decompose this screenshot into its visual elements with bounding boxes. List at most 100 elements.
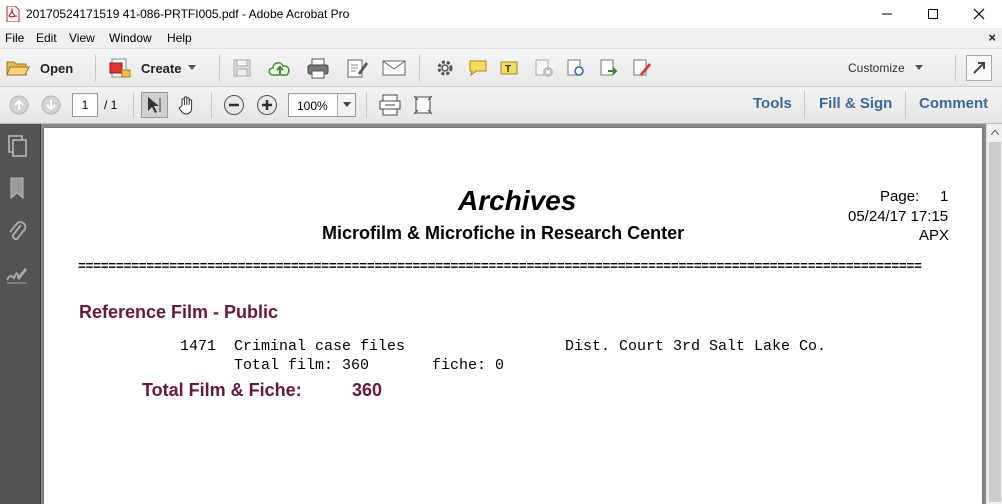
- customize-label: Customize: [848, 61, 905, 75]
- toolbar-separator: [419, 55, 420, 81]
- zoom-select[interactable]: 100%: [288, 93, 356, 117]
- bookmark-icon: [10, 177, 24, 200]
- toolbar-separator: [211, 92, 212, 118]
- fit-page-button[interactable]: [377, 92, 403, 118]
- page-thumbnails-button[interactable]: [5, 134, 29, 158]
- section-heading: Reference Film - Public: [79, 302, 279, 322]
- total-value: 360: [352, 380, 383, 400]
- minimize-icon: [882, 13, 892, 15]
- scrollbar-thumb[interactable]: [989, 142, 1001, 502]
- chevron-down-icon: [342, 102, 351, 107]
- zoom-out-icon: [224, 95, 244, 115]
- main-toolbar: Open Create T Customize: [0, 49, 1002, 87]
- chevron-down-icon: [188, 65, 197, 70]
- pdf-page: Archives Microfilm & Microfiche in Resea…: [44, 128, 982, 504]
- entry-description: Criminal case files: [234, 338, 406, 355]
- export-icon: [600, 59, 618, 76]
- close-button[interactable]: [956, 0, 1002, 28]
- save-icon: [233, 59, 251, 77]
- create-button[interactable]: Create: [109, 56, 197, 80]
- page-thumbnails-icon: [8, 135, 27, 157]
- toolbar-separator: [95, 55, 96, 81]
- tools-pane-button[interactable]: Tools: [753, 95, 792, 112]
- vertical-scrollbar[interactable]: [986, 124, 1002, 504]
- select-tool-button[interactable]: [141, 92, 168, 118]
- hand-tool-button[interactable]: [174, 92, 200, 118]
- entry-agency: Dist. Court 3rd Salt Lake Co.: [565, 338, 827, 355]
- menu-file[interactable]: File: [5, 31, 24, 45]
- chevron-down-icon: [914, 65, 923, 70]
- entry-totals: Total film: 360 fiche: 0: [234, 357, 505, 374]
- email-button[interactable]: [381, 56, 407, 80]
- entry-number: 1471: [180, 338, 217, 355]
- fit-page-icon: [379, 94, 401, 116]
- save-button[interactable]: [231, 57, 253, 79]
- pdf-file-icon: [6, 6, 20, 22]
- hand-icon: [178, 96, 193, 115]
- navigation-toolbar: 1 / 1 100% Tools Fill & Sign Comment: [0, 87, 1002, 124]
- upload-button[interactable]: [267, 56, 293, 80]
- export-button[interactable]: [597, 56, 621, 80]
- page-label: Page:: [880, 188, 920, 205]
- paperclip-icon: [9, 221, 27, 240]
- close-document-button[interactable]: ×: [988, 30, 996, 45]
- customize-button[interactable]: Customize: [848, 59, 923, 77]
- fit-width-button[interactable]: [410, 92, 436, 118]
- maximize-button[interactable]: [910, 0, 956, 28]
- review-icon: [567, 59, 584, 76]
- signatures-button[interactable]: [5, 262, 29, 286]
- edit-document-button[interactable]: [345, 56, 369, 80]
- close-icon: [973, 8, 985, 20]
- fill-sign-pane-button[interactable]: Fill & Sign: [819, 95, 892, 112]
- signature-icon: [6, 268, 27, 284]
- menu-window[interactable]: Window: [109, 31, 152, 45]
- create-label: Create: [141, 60, 182, 76]
- print-button[interactable]: [305, 56, 331, 80]
- toolbar-separator: [366, 92, 367, 118]
- svg-text:T: T: [505, 64, 511, 75]
- scroll-up-button[interactable]: [987, 124, 1002, 141]
- zoom-in-icon: [257, 95, 277, 115]
- attachments-button[interactable]: [5, 219, 29, 243]
- page-number-input[interactable]: 1: [72, 93, 98, 117]
- toolbar-separator: [955, 55, 956, 81]
- document-title: Archives: [458, 185, 577, 216]
- toolbar-separator: [804, 91, 805, 119]
- email-icon: [382, 60, 406, 76]
- highlight-text-button[interactable]: T: [498, 56, 522, 80]
- bookmarks-button[interactable]: [5, 176, 29, 200]
- zoom-value: 100%: [297, 99, 328, 113]
- review-button[interactable]: [564, 56, 588, 80]
- comment-button[interactable]: [466, 56, 490, 80]
- expand-icon: [973, 62, 985, 74]
- highlight-text-icon: T: [500, 61, 518, 75]
- menu-help[interactable]: Help: [167, 31, 192, 45]
- fit-width-icon: [413, 95, 433, 115]
- zoom-out-button[interactable]: [222, 93, 246, 117]
- sign-document-icon: [633, 59, 651, 76]
- report-code: APX: [919, 227, 950, 244]
- window-title: 20170524171519 41-086-PRTFI005.pdf - Ado…: [26, 7, 350, 21]
- comment-pane-button[interactable]: Comment: [919, 95, 988, 112]
- maximize-icon: [928, 9, 938, 19]
- zoom-in-button[interactable]: [255, 93, 279, 117]
- cloud-upload-icon: [268, 62, 290, 76]
- sign-button[interactable]: [630, 56, 654, 80]
- remove-icon: [535, 59, 553, 77]
- minimize-button[interactable]: [864, 0, 910, 28]
- full-screen-button[interactable]: [966, 55, 992, 81]
- remove-button[interactable]: [532, 56, 556, 80]
- menu-edit[interactable]: Edit: [36, 31, 57, 45]
- menu-view[interactable]: View: [69, 31, 95, 45]
- separator-rule: ========================================…: [78, 259, 922, 274]
- zoom-dropdown-button[interactable]: [337, 94, 355, 116]
- total-label: Total Film & Fiche:: [142, 380, 302, 400]
- open-button[interactable]: Open: [6, 56, 73, 80]
- folder-open-icon: [6, 61, 30, 76]
- previous-page-button[interactable]: [6, 93, 32, 117]
- next-page-button[interactable]: [38, 93, 64, 117]
- arrow-up-icon: [9, 95, 29, 115]
- settings-button[interactable]: [433, 56, 457, 80]
- edit-document-icon: [347, 59, 368, 78]
- document-viewer[interactable]: Archives Microfilm & Microfiche in Resea…: [41, 124, 986, 504]
